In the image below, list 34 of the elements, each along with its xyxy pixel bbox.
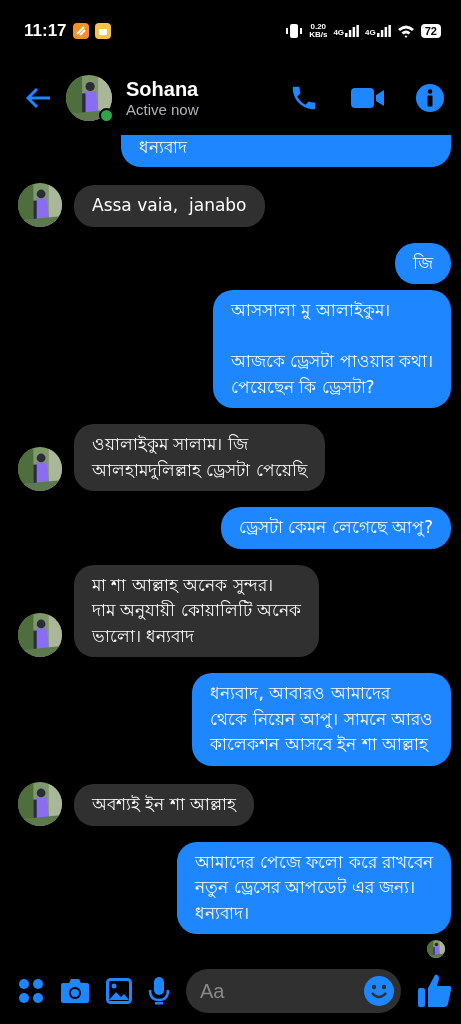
sent-message: আমাদের পেজে ফলো করে রাখবেন নতুন ড্রেসের আপডেট এর জন্য। ধন্যবাদ। — [177, 841, 451, 934]
app-notification-icon — [72, 23, 89, 39]
sent-message: জি — [395, 242, 451, 284]
received-message: মা শা আল্লাহ অনেক সুন্দর। দাম অনুযায়ী কোয়ালিটি অনেক ভালো। ধন্যবাদ — [74, 564, 320, 657]
clock-time: 11:17 — [24, 21, 67, 41]
received-message: অবশ্যই ইন শা আল্লাহ — [74, 784, 255, 826]
contact-name: Sohana — [126, 78, 200, 101]
speed-unit: KB/s — [309, 31, 328, 39]
sent-message: আসসালা মু আলাইকুম। আজকে ড্রেসটা পাওয়ার কথা। পেয়েছেন কি ড্রেসটা? — [212, 290, 451, 408]
info-button[interactable] — [415, 83, 445, 113]
sent-message: ধন্যবাদ, আবারও আমাদের থেকে নিয়েন আপু। সামনে আরও কালেকশন আসবে ইন শা আল্লাহ — [192, 673, 451, 766]
received-message: ওয়ালাইকুম সালাম। জি আলহামদুলিল্লাহ ড্রেসটা পেয়েছি — [74, 424, 325, 491]
message-field[interactable]: Aa — [186, 969, 401, 1013]
like-button[interactable] — [417, 973, 453, 1009]
emoji-icon[interactable] — [363, 975, 395, 1007]
received-message: Assa vaia, janabo — [74, 185, 265, 227]
network-speed: 0.20 — [310, 23, 327, 31]
app-notification-icon — [94, 23, 111, 39]
camera-button[interactable] — [60, 978, 90, 1004]
sent-message: ধন্যবাদ — [121, 135, 451, 167]
network-type: 4G — [333, 28, 345, 37]
signal-icon — [345, 25, 360, 37]
gallery-button[interactable] — [106, 978, 132, 1004]
sent-message: ড্রেসটা কেমন লেগেছে আপু? — [220, 507, 451, 549]
battery-level: 72 — [420, 24, 441, 38]
microphone-button[interactable] — [148, 976, 170, 1006]
back-button[interactable] — [24, 86, 52, 110]
wifi-icon — [396, 24, 415, 38]
video-call-button[interactable] — [351, 86, 385, 110]
network-type: 4G — [365, 28, 376, 37]
menu-button[interactable] — [18, 978, 44, 1004]
active-status: Active now — [126, 101, 200, 118]
signal-icon — [376, 25, 391, 37]
vibrate-icon — [285, 24, 304, 38]
